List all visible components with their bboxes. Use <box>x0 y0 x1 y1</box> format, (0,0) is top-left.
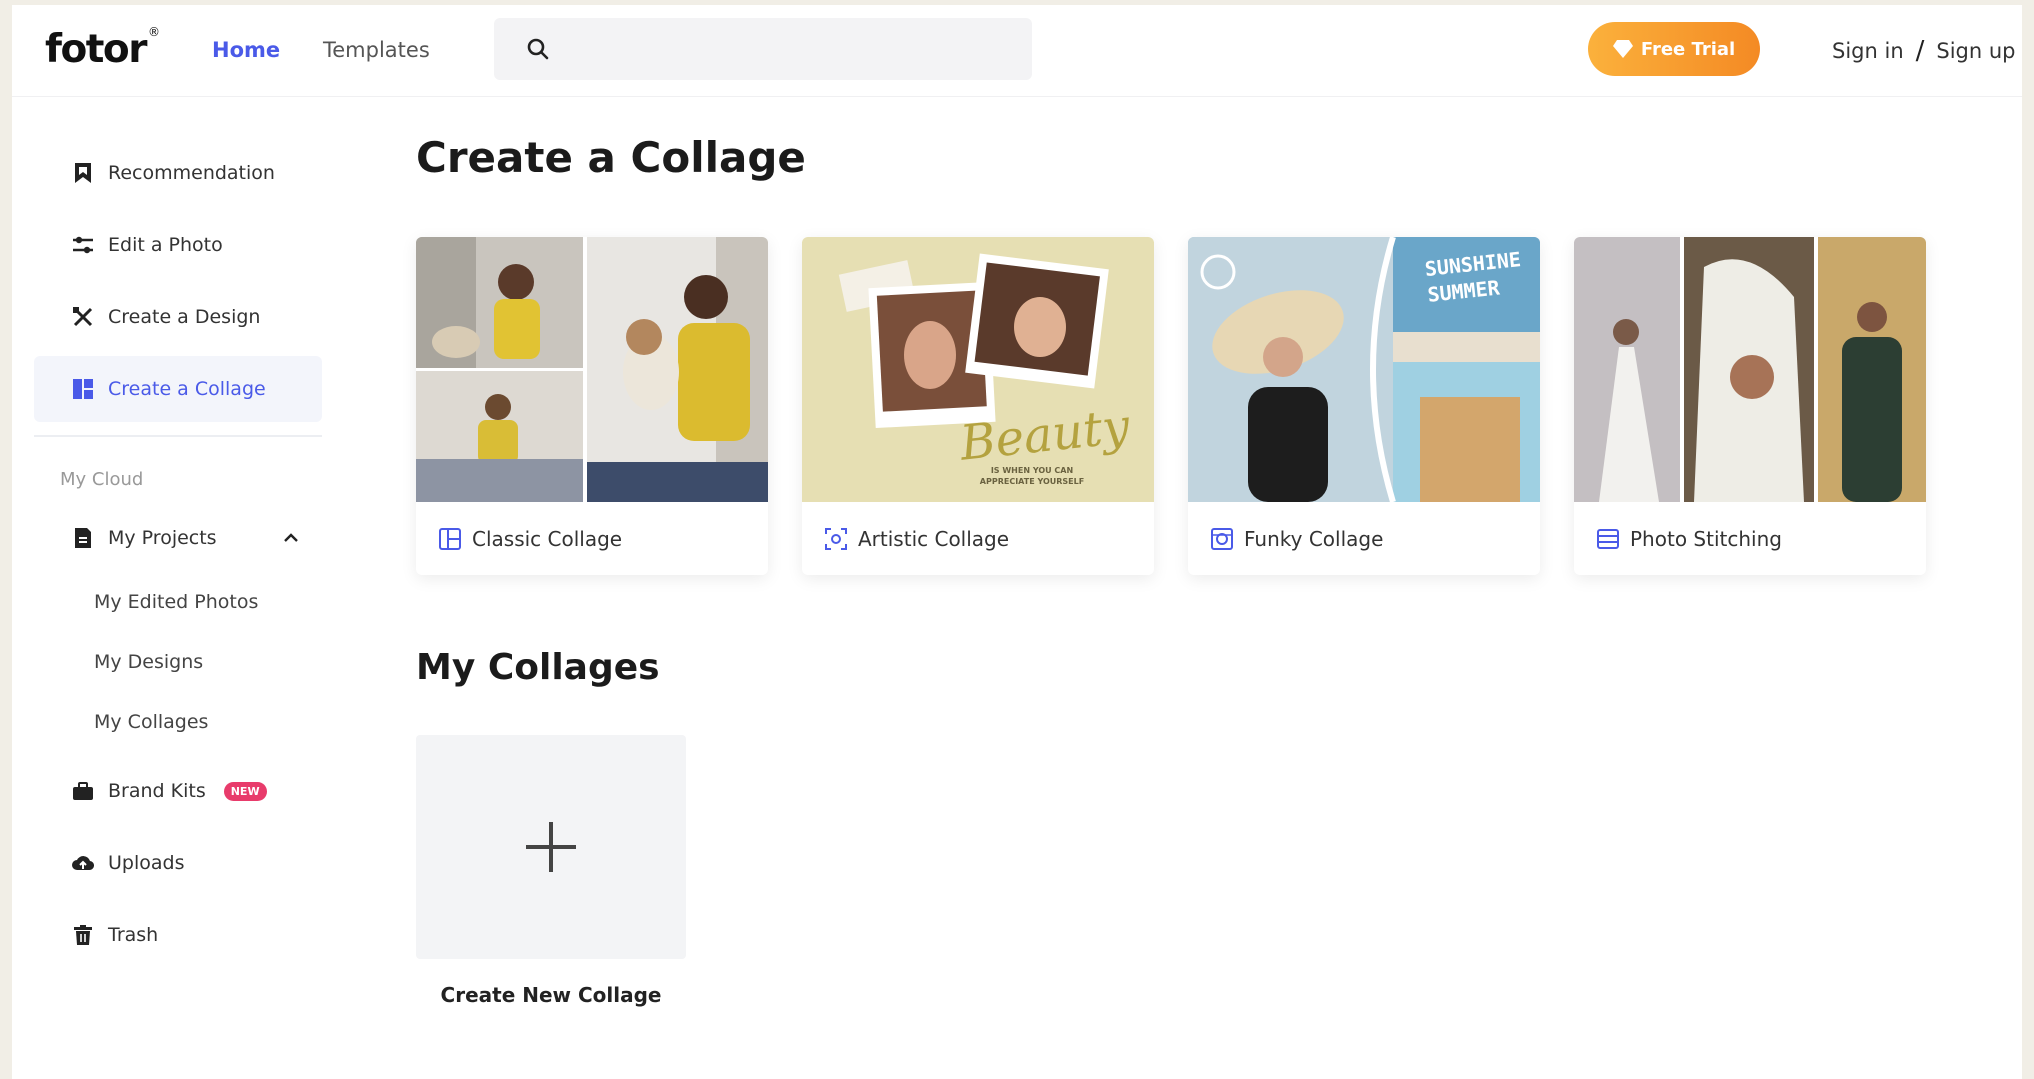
card-label: Funky Collage <box>1244 527 1384 551</box>
trash-icon <box>74 925 92 945</box>
sidebar-item-label: Edit a Photo <box>108 234 223 256</box>
bookmark-icon <box>75 163 91 183</box>
cloud-upload-icon <box>72 856 94 871</box>
card-caption: Photo Stitching <box>1596 527 1782 551</box>
artistic-tagline-line-1: IS WHEN YOU CAN <box>990 466 1074 475</box>
funky-summer-text: SUNSHINE SUMMER <box>1424 246 1525 308</box>
search-input[interactable] <box>566 30 1006 68</box>
sidebar-item-label: My Projects <box>108 527 217 549</box>
auth-links: Sign in / Sign up <box>1832 36 2016 66</box>
top-header: fotor ® Home Templates Free Trial Sign in… <box>12 5 2022 97</box>
search-icon <box>527 38 549 60</box>
my-collages-title: My Collages <box>416 647 660 688</box>
sidebar-item-uploads[interactable]: Uploads <box>34 830 322 896</box>
sidebar-subitem-edited-photos[interactable]: My Edited Photos <box>94 591 258 613</box>
card-label: Classic Collage <box>472 527 623 551</box>
artistic-tagline-line-2: APPRECIATE YOURSELF <box>979 477 1085 486</box>
sidebar-subitem-my-collages[interactable]: My Collages <box>94 711 208 733</box>
card-caption: Funky Collage <box>1210 527 1383 551</box>
card-label: Artistic Collage <box>858 527 1010 551</box>
sign-up-link[interactable]: Sign up <box>1936 39 2015 63</box>
sidebar-item-label: Brand Kits <box>108 780 206 802</box>
search-bar[interactable] <box>494 18 1032 80</box>
sidebar-item-edit-photo[interactable]: Edit a Photo <box>34 212 322 278</box>
fotor-logo[interactable]: fotor ® <box>45 25 160 72</box>
create-new-collage-tile[interactable] <box>416 735 686 959</box>
photo-stitching-thumbnail <box>1574 237 1926 502</box>
free-trial-button[interactable]: Free Trial <box>1588 22 1760 76</box>
sidebar: Recommendation Edit a Photo Create a Des… <box>12 97 332 1079</box>
collage-card-photo-stitching[interactable]: Photo Stitching <box>1574 237 1926 575</box>
plus-icon <box>526 822 576 872</box>
sidebar-item-my-projects[interactable]: My Projects <box>34 505 322 571</box>
artistic-collage-icon <box>825 528 847 550</box>
diamond-icon <box>1612 40 1633 58</box>
classic-collage-thumbnail <box>416 237 768 502</box>
auth-separator: / <box>1915 36 1925 66</box>
briefcase-icon <box>73 782 93 800</box>
sidebar-item-label: Create a Design <box>108 306 261 328</box>
photo-stitching-icon <box>1597 529 1619 549</box>
sliders-icon <box>73 236 93 254</box>
create-new-collage-label[interactable]: Create New Collage <box>416 983 686 1007</box>
my-cloud-label: My Cloud <box>60 469 144 490</box>
sidebar-item-recommendation[interactable]: Recommendation <box>34 140 322 206</box>
collage-icon <box>73 379 93 399</box>
app-window: fotor ® Home Templates Free Trial Sign in… <box>12 5 2022 1079</box>
collage-card-classic[interactable]: Classic Collage <box>416 237 768 575</box>
sign-in-link[interactable]: Sign in <box>1832 39 1904 63</box>
sidebar-item-label: Create a Collage <box>108 378 266 400</box>
funky-collage-icon <box>1211 528 1233 550</box>
sidebar-item-create-design[interactable]: Create a Design <box>34 284 322 350</box>
sidebar-item-trash[interactable]: Trash <box>34 902 322 968</box>
chevron-up-icon[interactable] <box>282 529 300 547</box>
card-caption: Artistic Collage <box>824 527 1009 551</box>
nav-home-link[interactable]: Home <box>212 38 280 62</box>
design-tools-icon <box>73 307 93 327</box>
page-title: Create a Collage <box>416 133 806 182</box>
sidebar-subitem-my-designs[interactable]: My Designs <box>94 651 203 673</box>
sidebar-divider <box>34 435 322 437</box>
free-trial-label: Free Trial <box>1640 38 1736 60</box>
sidebar-item-label: Trash <box>108 924 159 946</box>
sidebar-item-create-collage[interactable]: Create a Collage <box>34 356 322 422</box>
new-badge: NEW <box>223 781 267 801</box>
nav-templates-link[interactable]: Templates <box>323 38 430 62</box>
document-icon <box>75 528 91 548</box>
card-caption: Classic Collage <box>438 527 622 551</box>
sidebar-item-brand-kits[interactable]: Brand Kits NEW <box>34 758 322 824</box>
sidebar-item-label: Uploads <box>108 852 185 874</box>
artistic-tagline: IS WHEN YOU CAN APPRECIATE YOURSELF <box>952 465 1112 487</box>
classic-collage-icon <box>439 528 461 550</box>
sidebar-item-label: Recommendation <box>108 162 275 184</box>
card-label: Photo Stitching <box>1630 527 1782 551</box>
collage-card-funky[interactable]: SUNSHINE SUMMER Funky Collage <box>1188 237 1540 575</box>
collage-card-artistic[interactable]: Beauty IS WHEN YOU CAN APPRECIATE YOURSE… <box>802 237 1154 575</box>
